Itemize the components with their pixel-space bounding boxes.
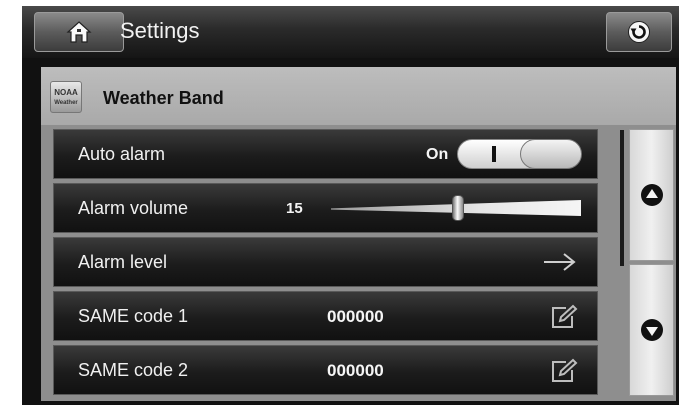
section-title: Weather Band <box>103 88 224 108</box>
auto-alarm-state-label: On <box>426 146 449 163</box>
auto-alarm-row[interactable]: Auto alarm On <box>53 129 598 179</box>
title-bar: Settings <box>22 6 679 58</box>
arrow-right-icon <box>544 253 576 271</box>
same-code-2-row[interactable]: SAME code 2 000000 <box>53 345 598 395</box>
section-header: NOAA Weather Weather Band <box>41 67 676 125</box>
same-code-1-row[interactable]: SAME code 1 000000 <box>53 291 598 341</box>
toggle-knob[interactable] <box>520 139 582 169</box>
same-code-1-label: SAME code 1 <box>78 306 189 326</box>
settings-panel: NOAA Weather Weather Band Auto alarm On A… <box>41 67 676 401</box>
noaa-weather-icon: NOAA Weather <box>50 81 82 113</box>
slider-thumb[interactable] <box>452 195 465 221</box>
settings-list: Auto alarm On Alarm volume 15 Alarm leve… <box>53 129 598 397</box>
alarm-volume-label: Alarm volume <box>78 198 189 218</box>
scroll-up-button[interactable] <box>629 129 674 261</box>
edit-icon[interactable] <box>550 358 578 384</box>
auto-alarm-toggle[interactable] <box>457 139 582 169</box>
alarm-volume-slider[interactable] <box>331 195 581 221</box>
home-icon <box>66 21 92 43</box>
scroll-up-icon <box>640 184 663 206</box>
back-button[interactable] <box>606 12 672 52</box>
alarm-level-label: Alarm level <box>78 252 168 272</box>
alarm-volume-row: Alarm volume 15 <box>53 183 598 233</box>
device-screen: Settings NOAA Weather Weather Band Auto a… <box>22 6 679 405</box>
scroll-down-icon <box>640 319 663 341</box>
logo-text: Weather <box>54 100 78 106</box>
alarm-level-row[interactable]: Alarm level <box>53 237 598 287</box>
auto-alarm-label: Auto alarm <box>78 144 166 164</box>
back-icon <box>628 21 650 43</box>
same-code-2-value: 000000 <box>327 361 384 380</box>
scroll-down-button[interactable] <box>629 264 674 396</box>
edit-icon[interactable] <box>550 304 578 330</box>
same-code-1-value: 000000 <box>327 307 384 326</box>
scroll-indicator <box>620 130 624 266</box>
same-code-2-label: SAME code 2 <box>78 360 189 380</box>
toggle-on-mark <box>492 146 496 162</box>
page-title: Settings <box>120 18 200 43</box>
home-button[interactable] <box>34 12 124 52</box>
alarm-volume-value: 15 <box>286 200 303 217</box>
